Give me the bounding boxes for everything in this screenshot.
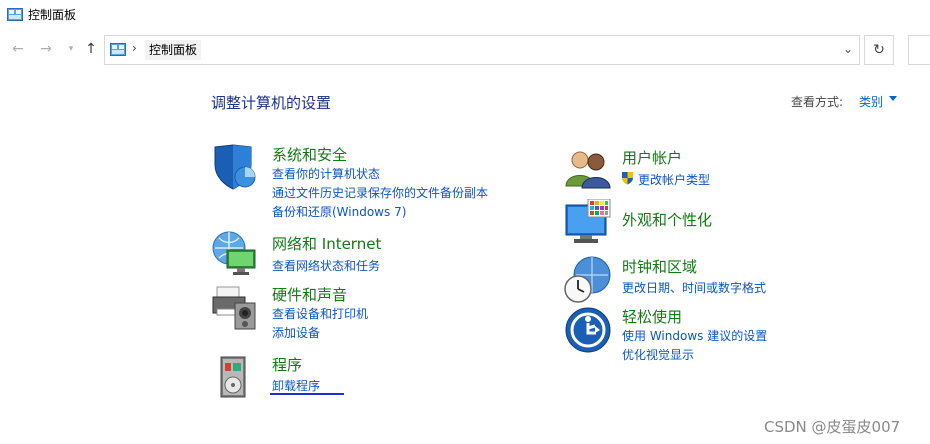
chevron-down-icon[interactable] [889, 96, 897, 101]
breadcrumb-separator-icon[interactable]: › [132, 41, 137, 55]
category-title[interactable]: 用户帐户 [622, 147, 682, 168]
title-bar: 控制面板 [0, 0, 930, 30]
link-windows-suggested-settings[interactable]: 使用 Windows 建议的设置 [622, 327, 767, 344]
window-title: 控制面板 [28, 8, 77, 22]
programs-box-icon[interactable] [211, 353, 259, 401]
printer-icon[interactable] [211, 283, 259, 331]
link-change-account-type[interactable]: 更改帐户类型 [638, 171, 710, 188]
monitor-palette-icon[interactable] [564, 198, 612, 247]
clock-globe-icon[interactable] [564, 255, 612, 303]
link-file-history-backup[interactable]: 通过文件历史记录保存你的文件备份副本 [272, 184, 488, 201]
link-change-date-time-format[interactable]: 更改日期、时间或数字格式 [622, 279, 766, 296]
link-add-device[interactable]: 添加设备 [272, 324, 320, 341]
watermark: CSDN @皮蛋皮007 [764, 418, 901, 436]
recent-locations-chevron-icon[interactable]: ▾ [62, 40, 80, 58]
category-title[interactable]: 系统和安全 [272, 144, 347, 165]
up-arrow-icon[interactable]: ↑ [82, 40, 100, 58]
view-by-dropdown[interactable]: 类别 [859, 93, 883, 110]
uac-shield-icon [621, 170, 634, 189]
back-arrow-icon[interactable]: ← [9, 40, 27, 58]
view-by-label: 查看方式: [791, 95, 844, 109]
category-title[interactable]: 硬件和声音 [272, 284, 347, 305]
category-title[interactable]: 轻松使用 [622, 306, 682, 327]
link-optimize-visual-display[interactable]: 优化视觉显示 [622, 346, 694, 363]
category-title[interactable]: 网络和 Internet [272, 233, 381, 254]
uninstall-underline [270, 393, 344, 395]
shield-icon[interactable] [211, 143, 259, 191]
category-title[interactable]: 外观和个性化 [622, 209, 712, 230]
control-panel-icon [110, 42, 126, 61]
category-title[interactable]: 时钟和区域 [622, 256, 697, 277]
control-panel-icon [7, 7, 23, 26]
address-bar[interactable]: › 控制面板 ⌄ [104, 35, 860, 65]
forward-arrow-icon[interactable]: → [37, 40, 55, 58]
accessibility-icon[interactable] [564, 306, 612, 354]
link-view-devices-printers[interactable]: 查看设备和打印机 [272, 305, 368, 322]
refresh-icon[interactable]: ↻ [864, 35, 894, 65]
category-title[interactable]: 程序 [272, 354, 302, 375]
link-view-computer-status[interactable]: 查看你的计算机状态 [272, 165, 380, 182]
page-heading: 调整计算机的设置 [211, 94, 332, 112]
network-globe-icon[interactable] [211, 230, 259, 278]
link-view-network-status[interactable]: 查看网络状态和任务 [272, 257, 380, 274]
navigation-bar: ← → ▾ ↑ › 控制面板 ⌄ ↻ [0, 32, 930, 68]
link-backup-restore[interactable]: 备份和还原(Windows 7) [272, 203, 406, 220]
users-icon[interactable] [564, 146, 612, 194]
search-input[interactable] [908, 35, 930, 65]
chevron-down-icon[interactable]: ⌄ [843, 42, 853, 56]
breadcrumb-control-panel[interactable]: 控制面板 [145, 40, 202, 60]
link-uninstall-program[interactable]: 卸载程序 [272, 377, 320, 394]
